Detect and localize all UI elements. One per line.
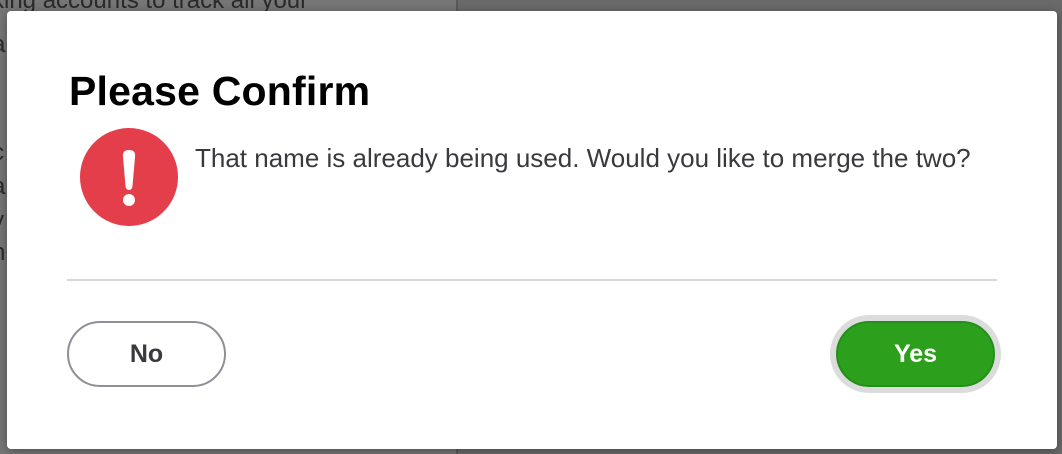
dialog-message: That name is already being used. Would y… (195, 143, 971, 173)
divider (67, 279, 997, 281)
dialog-title: Please Confirm (69, 68, 371, 114)
exclamation-alert-icon (80, 128, 178, 226)
background-text: n (0, 238, 5, 268)
background-text: a (0, 30, 5, 60)
yes-button[interactable]: Yes (836, 321, 995, 387)
background-text: a (0, 172, 5, 202)
confirm-dialog: Please Confirm That name is already bein… (7, 11, 1057, 449)
background-text: y (0, 206, 4, 236)
no-button[interactable]: No (67, 321, 226, 387)
background-text: c (0, 138, 4, 168)
